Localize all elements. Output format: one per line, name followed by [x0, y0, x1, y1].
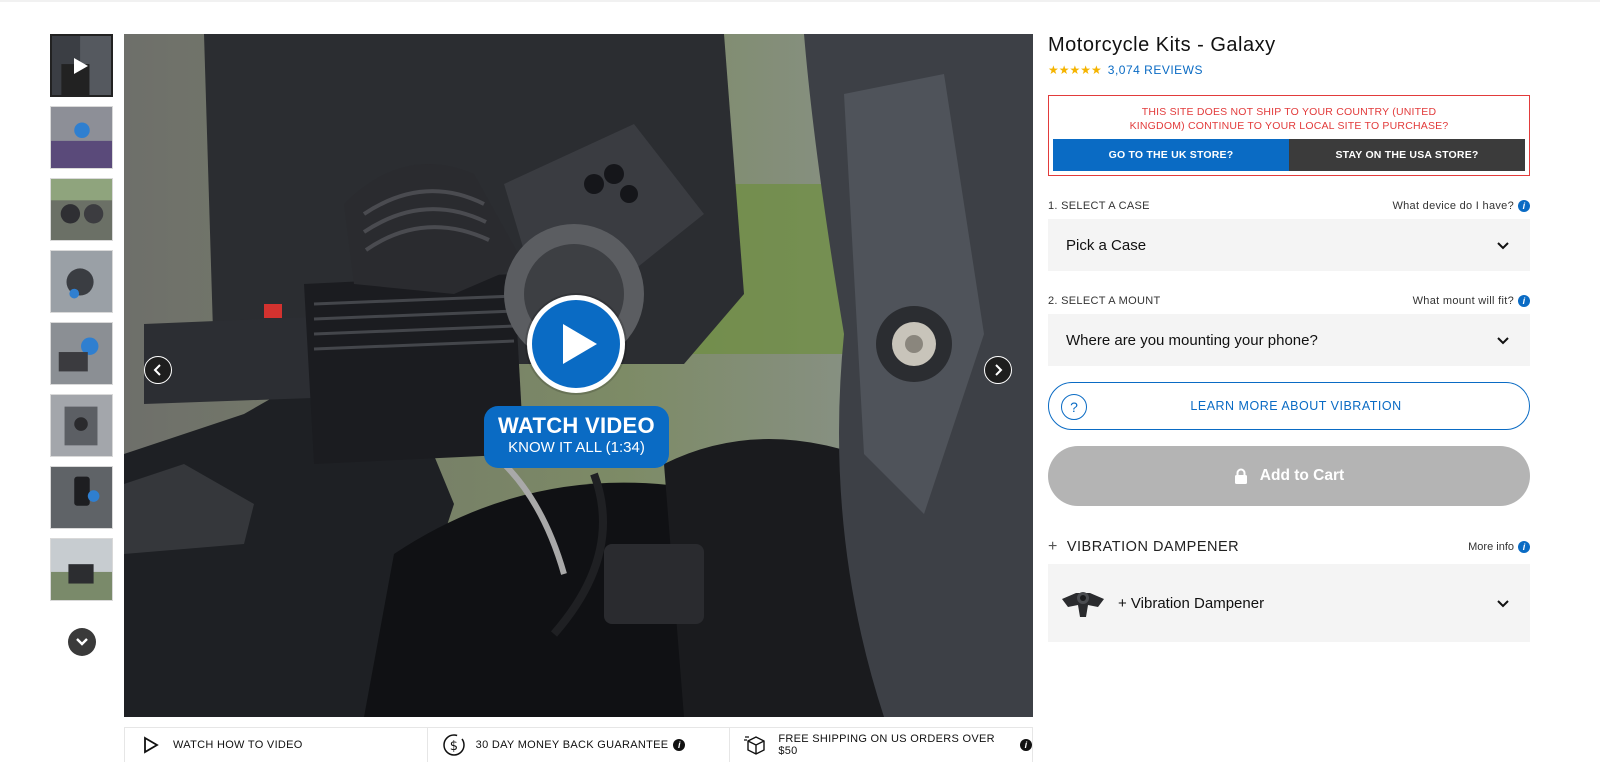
- thumbnail-photo-3[interactable]: [50, 178, 113, 241]
- benefit-how-to-video[interactable]: WATCH HOW TO VIDEO: [125, 728, 428, 762]
- thumbnail-photo-8[interactable]: [50, 538, 113, 601]
- play-outline-icon: [139, 733, 163, 757]
- vibration-more-info-link[interactable]: More info i: [1468, 541, 1530, 553]
- vibration-dampener-product-icon: [1062, 592, 1104, 617]
- mount-select-label-row: 2. SELECT A MOUNT What mount will fit? i: [1048, 295, 1530, 307]
- play-video-button[interactable]: [527, 295, 625, 393]
- product-details: Motorcycle Kits - Galaxy ★★★★★ 3,074 REV…: [1048, 34, 1530, 642]
- thumbnail-photo-2[interactable]: [50, 106, 113, 169]
- thumbnail-rail: [50, 34, 113, 610]
- mount-help-link[interactable]: What mount will fit? i: [1413, 295, 1530, 307]
- benefit-label: WATCH HOW TO VIDEO: [173, 739, 303, 751]
- chevron-down-icon: [76, 638, 88, 646]
- star-rating-icon: ★★★★★: [1048, 63, 1102, 77]
- mount-select-label: 2. SELECT A MOUNT: [1048, 295, 1161, 307]
- info-icon: i: [1518, 541, 1530, 553]
- top-divider: [0, 0, 1600, 2]
- thumbnail-photo-6[interactable]: [50, 394, 113, 457]
- plus-icon: +: [1048, 538, 1058, 555]
- reviews-link[interactable]: 3,074 REVIEWS: [1108, 63, 1203, 77]
- info-icon: i: [1518, 295, 1530, 307]
- thumbnails-scroll-down-button[interactable]: [68, 628, 96, 656]
- chevron-right-icon: [995, 364, 1003, 376]
- geo-message: THIS SITE DOES NOT SHIP TO YOUR COUNTRY …: [1129, 106, 1449, 132]
- learn-more-label: LEARN MORE ABOUT VIBRATION: [1190, 399, 1402, 413]
- box-icon: [744, 733, 768, 757]
- svg-text:$: $: [449, 739, 458, 754]
- case-select-label: 1. SELECT A CASE: [1048, 200, 1150, 212]
- vibration-dampener-title: VIBRATION DAMPENER: [1066, 539, 1240, 555]
- benefits-bar: WATCH HOW TO VIDEO $ 30 DAY MONEY BACK G…: [124, 727, 1033, 762]
- mount-select-value: Where are you mounting your phone?: [1066, 331, 1318, 349]
- previous-image-button[interactable]: [144, 356, 172, 384]
- info-icon[interactable]: i: [673, 739, 686, 751]
- case-select-value: Pick a Case: [1066, 236, 1147, 254]
- device-help-link[interactable]: What device do I have? i: [1392, 200, 1530, 212]
- watch-video-badge[interactable]: WATCH VIDEO KNOW IT ALL (1:34): [484, 406, 669, 468]
- vibration-dampener-dropdown[interactable]: + Vibration Dampener: [1048, 564, 1530, 642]
- vibration-dampener-option: + Vibration Dampener: [1058, 583, 1264, 623]
- dollar-circle-icon: $: [442, 733, 466, 757]
- vibration-dampener-value: + Vibration Dampener: [1118, 594, 1265, 612]
- case-select-label-row: 1. SELECT A CASE What device do I have? …: [1048, 200, 1530, 212]
- stay-on-usa-store-button[interactable]: STAY ON THE USA STORE?: [1289, 139, 1525, 171]
- vibration-dampener-toggle[interactable]: + VIBRATION DAMPENER: [1048, 538, 1239, 556]
- play-icon: [563, 324, 597, 364]
- geo-buttons: GO TO THE UK STORE? STAY ON THE USA STOR…: [1053, 139, 1525, 171]
- lock-icon: [1234, 468, 1247, 484]
- device-help-text: What device do I have?: [1392, 200, 1514, 212]
- chevron-down-icon: [1497, 241, 1509, 249]
- benefit-label: 30 DAY MONEY BACK GUARANTEE: [475, 739, 669, 751]
- add-to-cart-label: Add to Cart: [1259, 467, 1345, 484]
- product-title: Motorcycle Kits - Galaxy: [1048, 34, 1276, 56]
- next-image-button[interactable]: [984, 356, 1012, 384]
- benefit-label: FREE SHIPPING ON US ORDERS OVER $50: [778, 733, 995, 757]
- info-icon[interactable]: i: [1020, 739, 1033, 751]
- go-to-uk-store-button[interactable]: GO TO THE UK STORE?: [1053, 139, 1289, 171]
- thumbnail-photo-5[interactable]: [50, 322, 113, 385]
- vibration-dampener-header: + VIBRATION DAMPENER More info i: [1048, 538, 1530, 556]
- chevron-down-icon: [1497, 336, 1509, 344]
- case-select-dropdown[interactable]: Pick a Case: [1048, 219, 1530, 271]
- thumbnail-photo-4[interactable]: [50, 250, 113, 313]
- product-hero-media[interactable]: WATCH VIDEO KNOW IT ALL (1:34): [124, 34, 1033, 717]
- more-info-text: More info: [1468, 541, 1514, 553]
- info-icon: i: [1518, 200, 1530, 212]
- question-icon: ?: [1061, 394, 1087, 420]
- thumbnail-video[interactable]: [50, 34, 113, 97]
- thumbnail-photo-7[interactable]: [50, 466, 113, 529]
- geo-redirect-notice: THIS SITE DOES NOT SHIP TO YOUR COUNTRY …: [1048, 95, 1530, 176]
- mount-select-dropdown[interactable]: Where are you mounting your phone?: [1048, 314, 1530, 366]
- benefit-free-shipping[interactable]: FREE SHIPPING ON US ORDERS OVER $50 i: [730, 728, 1033, 762]
- add-to-cart-button[interactable]: Add to Cart: [1048, 446, 1530, 506]
- product-rating: ★★★★★ 3,074 REVIEWS: [1048, 63, 1530, 77]
- mount-help-text: What mount will fit?: [1412, 295, 1514, 307]
- benefit-money-back[interactable]: $ 30 DAY MONEY BACK GUARANTEE i: [428, 728, 731, 762]
- play-icon: [74, 58, 88, 74]
- watch-video-title: WATCH VIDEO: [498, 413, 655, 438]
- chevron-down-icon: [1497, 599, 1509, 607]
- learn-more-vibration-button[interactable]: ? LEARN MORE ABOUT VIBRATION: [1048, 382, 1530, 430]
- chevron-left-icon: [153, 364, 161, 376]
- watch-video-subtitle: KNOW IT ALL (1:34): [508, 439, 645, 456]
